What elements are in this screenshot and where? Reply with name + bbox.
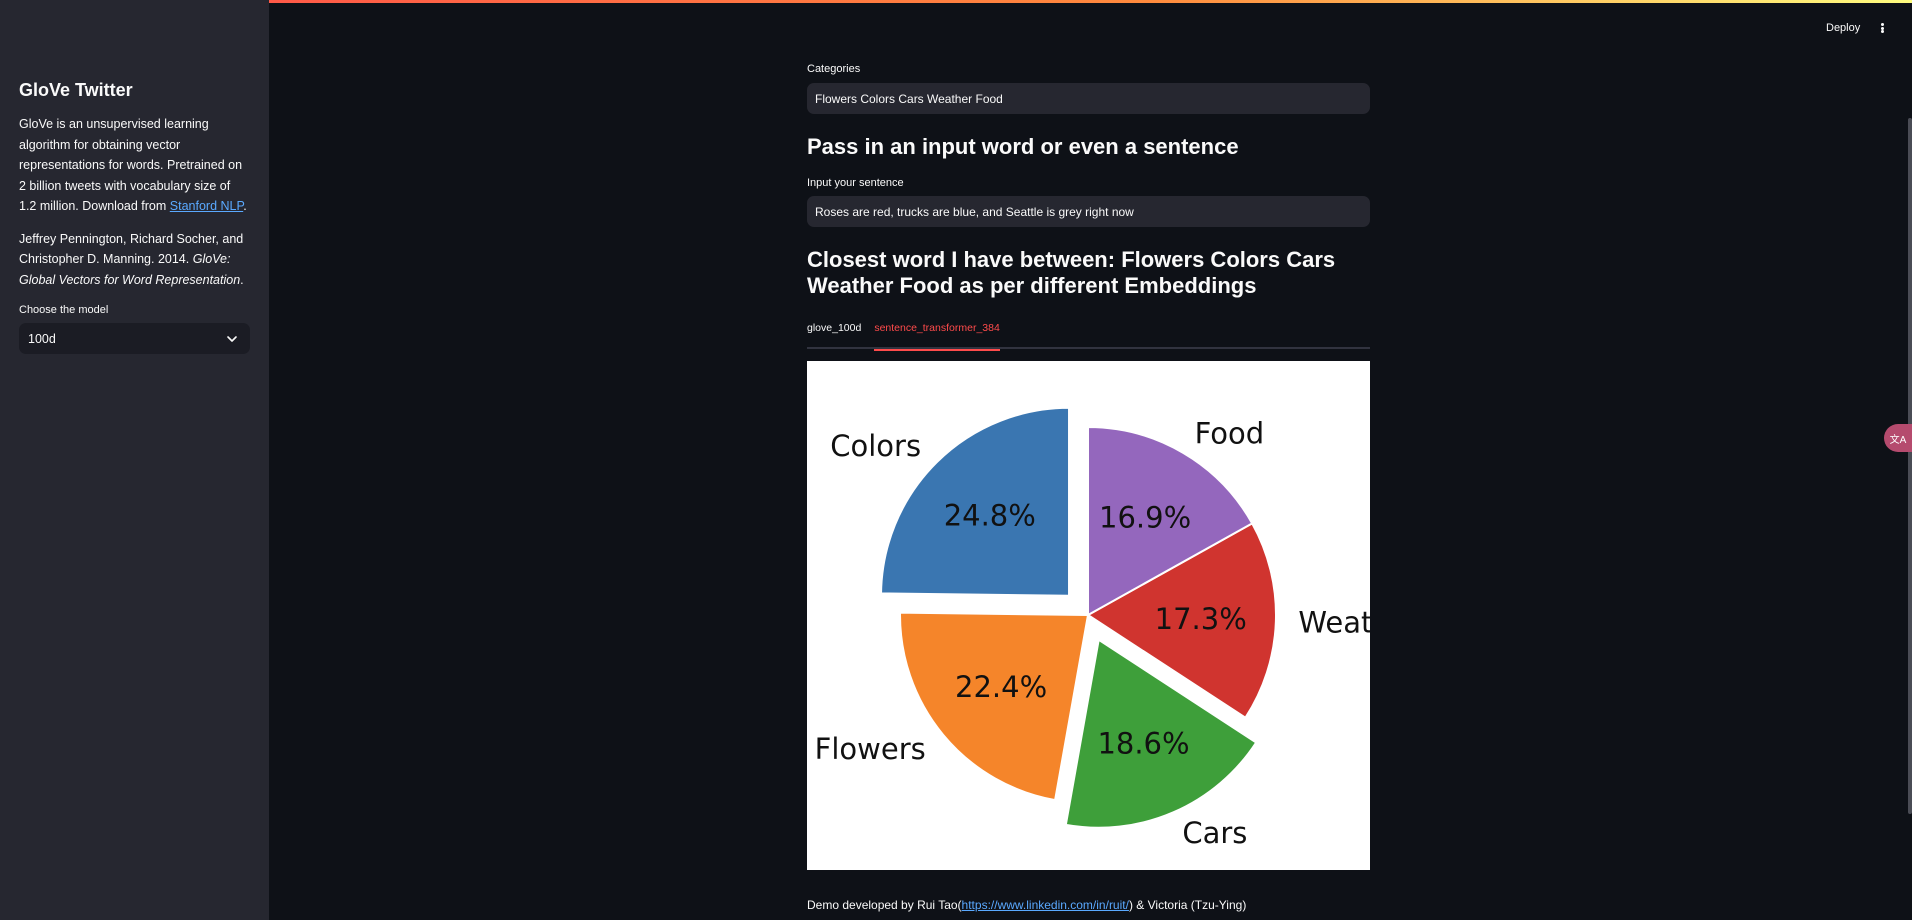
- pie-category-label-cars: Cars: [1182, 816, 1247, 850]
- translate-icon[interactable]: 文A: [1884, 424, 1912, 452]
- linkedin-link[interactable]: https://www.linkedin.com/in/ruit/: [962, 898, 1129, 912]
- embedding-tabs: glove_100d sentence_transformer_384: [807, 322, 1370, 351]
- model-select-value: 100d: [28, 331, 56, 346]
- pie-percent-label-weather: 17.3%: [1155, 602, 1247, 636]
- categories-label: Categories: [807, 63, 861, 75]
- pie-category-label-colors: Colors: [830, 429, 921, 463]
- pie-category-label-food: Food: [1195, 416, 1265, 450]
- tab-glove-100d[interactable]: glove_100d: [807, 322, 874, 349]
- more-vertical-icon[interactable]: [1876, 20, 1888, 36]
- deploy-button[interactable]: Deploy: [1826, 22, 1860, 34]
- sentence-label: Input your sentence: [807, 177, 904, 189]
- pie-percent-label-cars: 18.6%: [1097, 726, 1189, 760]
- sidebar: GloVe Twitter GloVe is an unsupervised l…: [0, 0, 269, 920]
- categories-input[interactable]: Flowers Colors Cars Weather Food: [807, 83, 1370, 114]
- sidebar-description: GloVe is an unsupervised learning algori…: [19, 117, 247, 213]
- sidebar-title: GloVe Twitter: [19, 80, 133, 100]
- result-heading: Closest word I have between: Flowers Col…: [807, 247, 1336, 298]
- pie-percent-label-colors: 24.8%: [944, 499, 1036, 533]
- pie-category-label-weather: Weather: [1298, 605, 1370, 639]
- scrollbar[interactable]: [1908, 118, 1912, 814]
- chevron-down-icon: [227, 335, 237, 342]
- sidebar-citation: Jeffrey Pennington, Richard Socher, and …: [19, 231, 244, 287]
- pie-chart: 24.8% Colors 22.4% Flowers 18.6% Cars 17.3% Wea…: [815, 406, 1421, 850]
- sentence-input[interactable]: Roses are red, trucks are blue, and Seat…: [807, 196, 1370, 227]
- model-select-label: Choose the model: [19, 304, 109, 316]
- top-decoration-bar: [0, 0, 1912, 3]
- input-heading: Pass in an input word or even a sentence: [807, 134, 1239, 159]
- pie-percent-label-food: 16.9%: [1099, 501, 1191, 535]
- model-select[interactable]: 100d: [19, 323, 250, 354]
- pie-category-label-flowers: Flowers: [815, 732, 926, 766]
- pie-percent-label-flowers: 22.4%: [955, 670, 1047, 704]
- stanford-nlp-link[interactable]: Stanford NLP: [170, 199, 243, 213]
- pie-chart-panel: 24.8% Colors 22.4% Flowers 18.6% Cars 17.3% Wea…: [807, 361, 1421, 870]
- pie-slice-flowers: [899, 611, 1090, 802]
- footer-credit: Demo developed by Rui Tao(https://www.li…: [807, 898, 1247, 912]
- tab-sentence-transformer-384[interactable]: sentence_transformer_384: [874, 322, 1013, 351]
